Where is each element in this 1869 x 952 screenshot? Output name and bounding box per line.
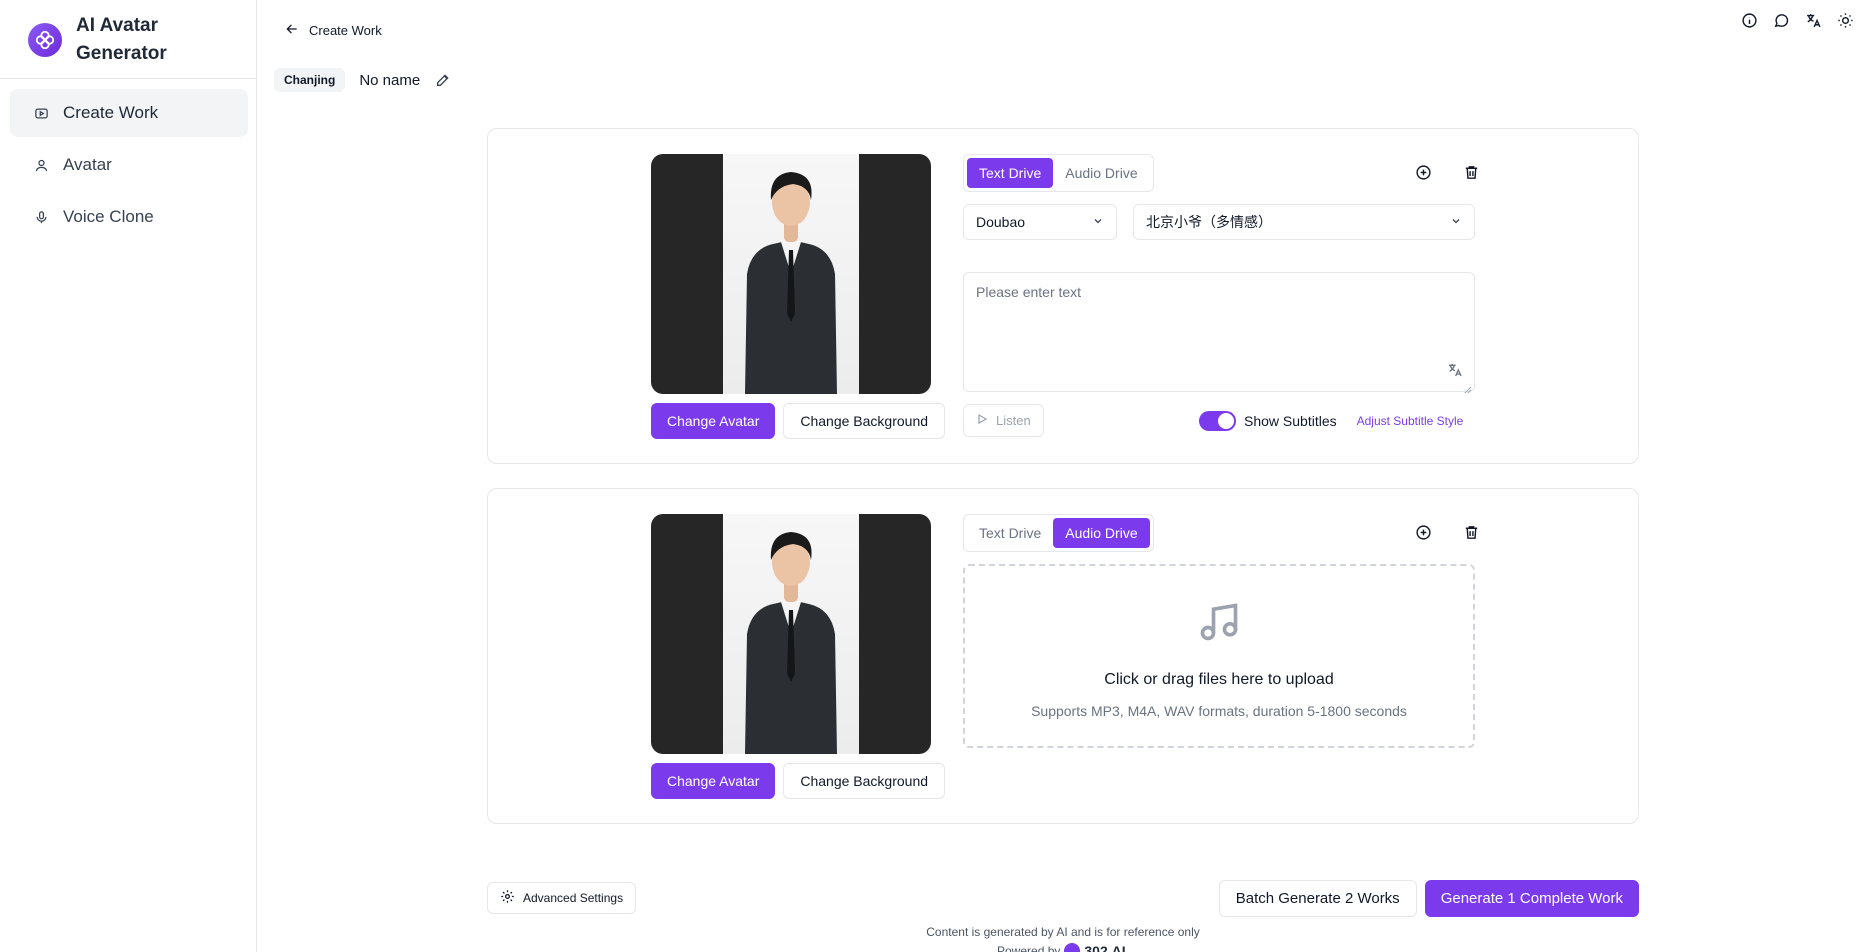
trash-icon[interactable] [1461, 522, 1481, 542]
tab-audio-drive[interactable]: Audio Drive [1053, 518, 1150, 548]
work-card: Change Avatar Change Background Text Dri… [487, 488, 1639, 824]
add-circle-icon[interactable] [1413, 162, 1433, 182]
sidebar-item-create-work[interactable]: Create Work [10, 89, 248, 137]
app-root: AI Avatar Generator Create Work Avatar V… [0, 0, 1869, 952]
advanced-settings-label: Advanced Settings [523, 891, 624, 905]
user-icon [33, 157, 49, 173]
powered-by-brand[interactable]: 302.AI [1084, 943, 1125, 952]
powered-by: Powered by 302.AI [997, 943, 1126, 952]
avatar-actions: Change Avatar Change Background [651, 763, 946, 799]
tab-text-drive[interactable]: Text Drive [967, 158, 1054, 188]
microphone-icon [33, 209, 49, 225]
provider-badge: Chanjing [274, 68, 346, 92]
top-toolbar [1739, 10, 1855, 30]
chevron-down-icon [1450, 214, 1462, 230]
model-select[interactable]: Doubao [963, 204, 1117, 240]
adjust-subtitle-style-link[interactable]: Adjust Subtitle Style [1357, 414, 1464, 428]
work-name: No name [359, 71, 421, 89]
sidebar-item-label: Avatar [63, 155, 112, 174]
add-circle-icon[interactable] [1413, 522, 1433, 542]
app-title: AI Avatar Generator [76, 15, 167, 64]
script-text-placeholder: Please enter text [976, 284, 1082, 300]
arrow-left-icon [285, 22, 299, 39]
voice-select-value: 北京小爷（多情感） [1146, 214, 1272, 230]
listen-label: Listen [996, 413, 1031, 428]
script-text-input[interactable]: Please enter text [963, 272, 1475, 394]
voice-select[interactable]: 北京小爷（多情感） [1133, 204, 1475, 240]
sidebar-item-avatar[interactable]: Avatar [10, 141, 248, 189]
generate-actions: Batch Generate 2 Works Generate 1 Comple… [1218, 880, 1639, 917]
drive-mode-tabs: Text Drive Audio Drive [963, 514, 1154, 552]
advanced-settings-button[interactable]: Advanced Settings [487, 882, 637, 914]
sidebar-item-label: Voice Clone [63, 207, 154, 226]
batch-generate-button[interactable]: Batch Generate 2 Works [1218, 880, 1417, 917]
brand[interactable]: AI Avatar Generator [28, 12, 248, 68]
show-subtitles-toggle[interactable] [1199, 411, 1236, 431]
sidebar-nav: Create Work Avatar Voice Clone [10, 89, 248, 245]
avatar-actions: Change Avatar Change Background [651, 403, 946, 439]
change-avatar-button[interactable]: Change Avatar [651, 763, 776, 799]
avatar-preview [651, 514, 931, 754]
listen-button[interactable]: Listen [963, 404, 1044, 437]
avatar-preview [651, 154, 931, 394]
sidebar-item-label: Create Work [63, 103, 159, 122]
translate-icon[interactable] [1446, 361, 1464, 379]
card-actions [1413, 162, 1481, 182]
upload-title: Click or drag files here to upload [1104, 671, 1334, 688]
subtitle-controls: Show Subtitles Adjust Subtitle Style [1199, 411, 1463, 431]
toggle-knob [1218, 413, 1234, 429]
gear-icon [500, 889, 515, 907]
tab-text-drive[interactable]: Text Drive [967, 518, 1053, 548]
pencil-icon[interactable] [434, 71, 452, 89]
video-icon [33, 105, 49, 121]
chevron-down-icon [1092, 214, 1104, 230]
chat-icon[interactable] [1771, 10, 1791, 30]
resize-handle-icon[interactable] [1464, 381, 1472, 394]
avatar-photo [723, 514, 859, 754]
back-link[interactable]: Create Work [285, 22, 382, 39]
upload-hint: Supports MP3, M4A, WAV formats, duration… [1031, 703, 1407, 719]
change-avatar-button[interactable]: Change Avatar [651, 403, 776, 439]
change-background-button[interactable]: Change Background [783, 403, 946, 439]
change-background-button[interactable]: Change Background [783, 763, 946, 799]
show-subtitles-label: Show Subtitles [1244, 413, 1337, 429]
avatar-photo [723, 154, 859, 394]
back-link-label: Create Work [309, 23, 382, 38]
work-header: Chanjing No name [274, 68, 452, 92]
brand-logo-icon [1064, 943, 1081, 952]
audio-upload-dropzone[interactable]: Click or drag files here to upload Suppo… [963, 564, 1475, 748]
ai-disclaimer: Content is generated by AI and is for re… [926, 925, 1200, 939]
play-icon [976, 413, 988, 428]
sidebar: AI Avatar Generator Create Work Avatar V… [0, 0, 257, 952]
theme-sun-icon[interactable] [1835, 10, 1855, 30]
generate-button[interactable]: Generate 1 Complete Work [1424, 880, 1639, 917]
info-icon[interactable] [1739, 10, 1759, 30]
drive-mode-tabs: Text Drive Audio Drive [963, 154, 1154, 192]
brand-logo-icon [28, 23, 62, 57]
sidebar-divider [0, 78, 257, 79]
powered-by-label: Powered by [997, 944, 1061, 952]
music-note-icon [1197, 600, 1241, 649]
sidebar-item-voice-clone[interactable]: Voice Clone [10, 193, 248, 241]
card-actions [1413, 522, 1481, 542]
work-card: Change Avatar Change Background Text Dri… [487, 128, 1639, 464]
tab-audio-drive[interactable]: Audio Drive [1053, 158, 1149, 188]
trash-icon[interactable] [1461, 162, 1481, 182]
model-select-value: Doubao [976, 214, 1026, 230]
translate-icon[interactable] [1803, 10, 1823, 30]
